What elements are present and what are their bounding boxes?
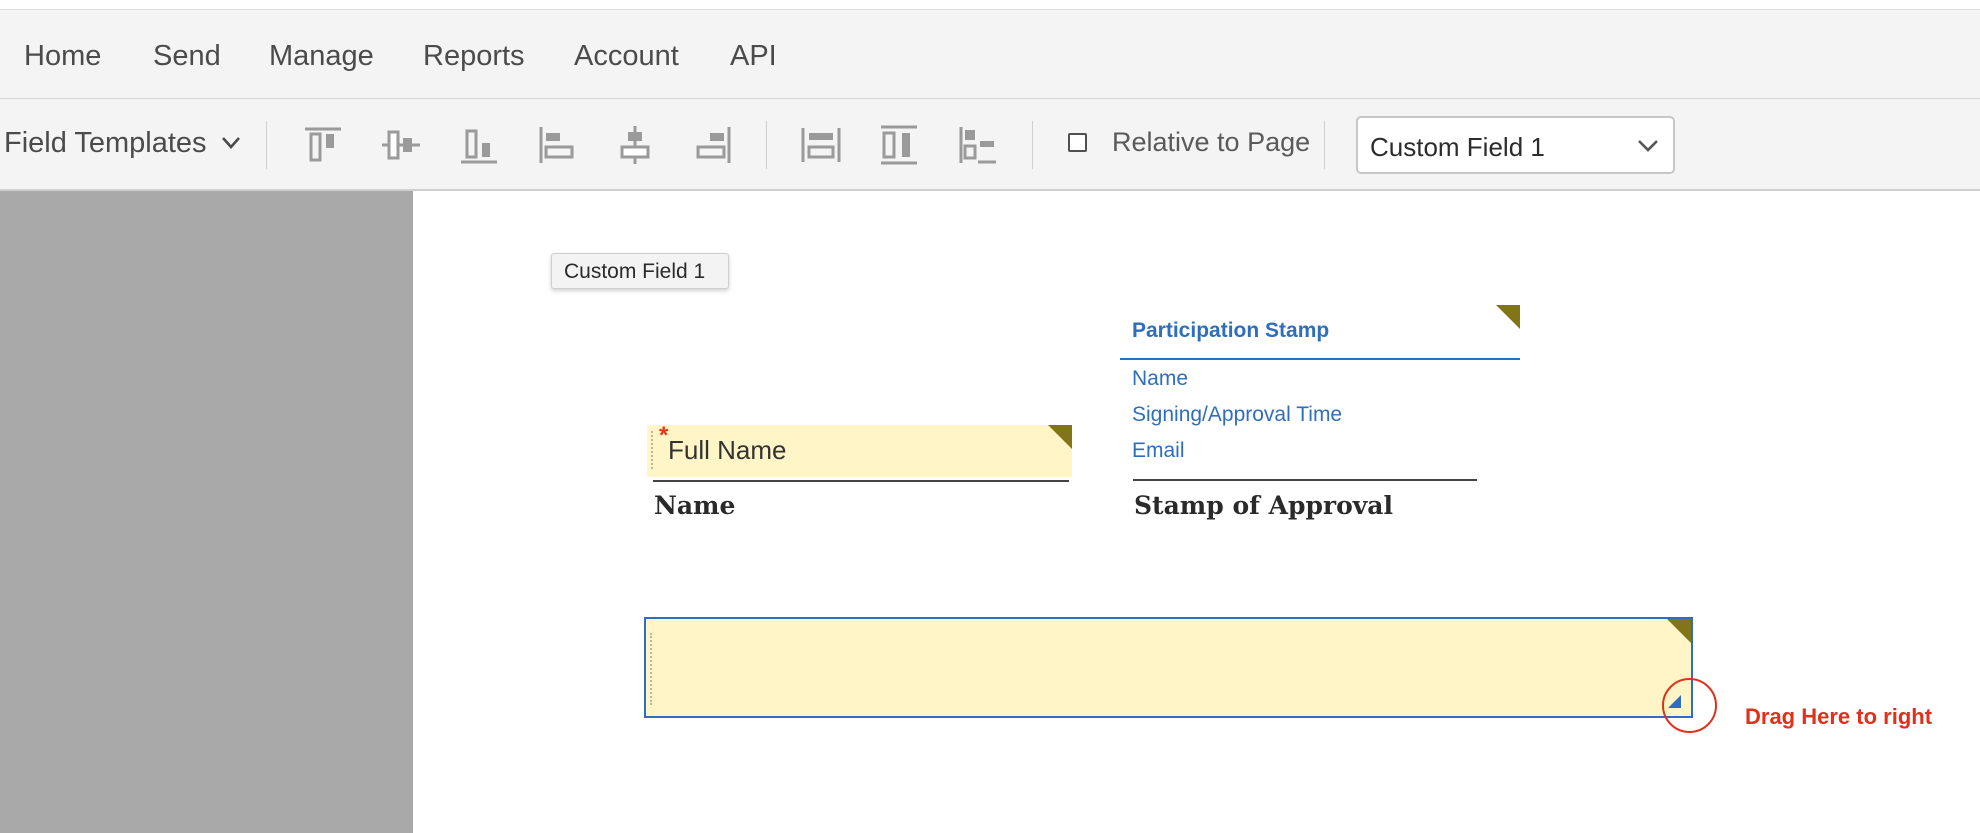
toolbar-divider — [766, 121, 767, 169]
match-width-icon[interactable] — [800, 124, 842, 166]
document-canvas-background — [0, 191, 413, 833]
toolbar-divider — [1324, 121, 1325, 169]
chevron-down-icon — [1638, 140, 1658, 152]
field-corner-marker — [1667, 619, 1691, 643]
toolbar-divider — [266, 121, 267, 169]
drag-grip[interactable] — [650, 633, 652, 705]
participation-stamp-field[interactable]: Participation Stamp Name Signing/Approva… — [1120, 305, 1520, 515]
full-name-text: Full Name — [668, 435, 787, 465]
align-middle-icon[interactable] — [380, 124, 422, 166]
drag-hint-circle — [1662, 678, 1717, 733]
align-top-icon[interactable] — [302, 124, 344, 166]
stamp-divider — [1120, 358, 1520, 360]
nav-manage[interactable]: Manage — [269, 40, 374, 73]
field-tooltip: Custom Field 1 — [551, 253, 729, 289]
field-select-dropdown[interactable]: Custom Field 1 — [1356, 116, 1675, 174]
stamp-item-signing-time: Signing/Approval Time — [1132, 403, 1343, 426]
field-templates-dropdown[interactable]: Field Templates — [4, 127, 207, 160]
authoring-toolbar: Field Templates Relative to Page — [0, 99, 1980, 191]
stamp-item-name: Name — [1132, 367, 1189, 390]
field-corner-marker — [1048, 425, 1072, 449]
stamp-caption: Stamp of Approval — [1134, 491, 1393, 520]
name-caption: Name — [654, 491, 736, 520]
drag-hint-text: Drag Here to right — [1745, 704, 1933, 729]
align-right-icon[interactable] — [692, 124, 734, 166]
required-marker: * — [659, 422, 669, 449]
nav-send[interactable]: Send — [153, 40, 221, 73]
nav-account[interactable]: Account — [574, 40, 679, 73]
toolbar-divider — [1032, 121, 1033, 169]
drag-grip[interactable] — [651, 431, 653, 469]
stamp-signature-line — [1133, 479, 1477, 481]
align-bottom-icon[interactable] — [458, 124, 500, 166]
field-select-value: Custom Field 1 — [1370, 132, 1545, 162]
stamp-title: Participation Stamp — [1132, 319, 1330, 342]
name-signature-line — [653, 480, 1069, 482]
chevron-down-icon[interactable] — [221, 135, 241, 151]
field-corner-marker — [1496, 305, 1520, 329]
nav-api[interactable]: API — [730, 40, 777, 73]
nav-reports[interactable]: Reports — [423, 40, 525, 73]
stamp-item-email: Email — [1132, 439, 1185, 462]
relative-to-page-checkbox[interactable] — [1068, 133, 1087, 152]
nav-home[interactable]: Home — [24, 40, 101, 73]
full-name-field[interactable]: * Full Name — [647, 422, 1072, 477]
tooltip-text: Custom Field 1 — [564, 260, 706, 283]
top-navigation: Home Send Manage Reports Account API — [0, 10, 1980, 99]
relative-to-page-label: Relative to Page — [1112, 127, 1311, 157]
match-height-icon[interactable] — [878, 124, 920, 166]
custom-field-1[interactable] — [644, 617, 1693, 718]
align-center-icon[interactable] — [614, 124, 656, 166]
distribute-icon[interactable] — [956, 124, 998, 166]
browser-top-strip — [0, 0, 1980, 10]
align-left-icon[interactable] — [536, 124, 578, 166]
